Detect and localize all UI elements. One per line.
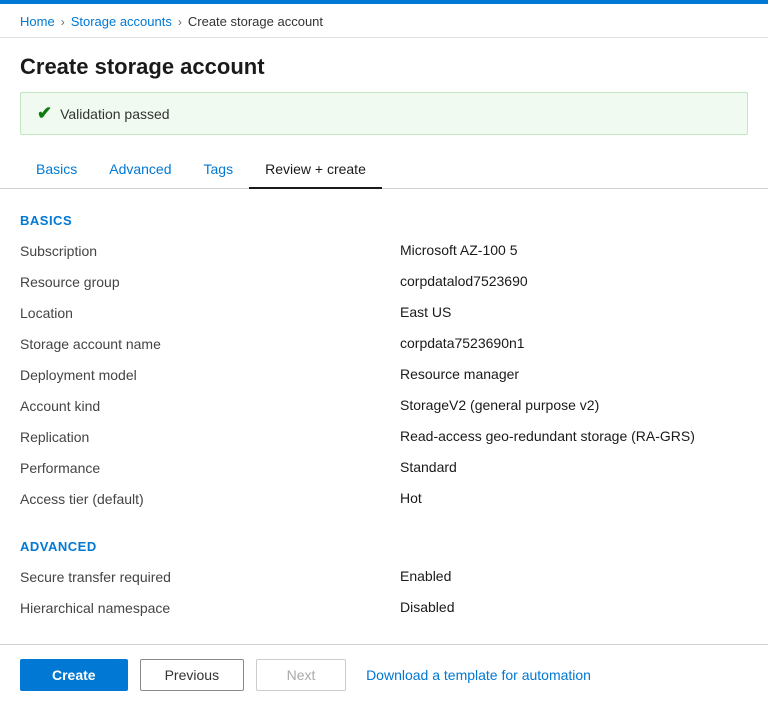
tab-review-create[interactable]: Review + create <box>249 151 382 189</box>
field-resource-group: Resource group corpdatalod7523690 <box>20 271 748 292</box>
label-resource-group: Resource group <box>20 273 400 290</box>
advanced-section-header: ADVANCED <box>20 539 748 554</box>
value-deployment-model: Resource manager <box>400 366 748 382</box>
template-download-link[interactable]: Download a template for automation <box>366 667 591 683</box>
field-location: Location East US <box>20 302 748 323</box>
value-location: East US <box>400 304 748 320</box>
label-hierarchical-namespace: Hierarchical namespace <box>20 599 400 616</box>
next-button: Next <box>256 659 346 691</box>
breadcrumb-storage-accounts[interactable]: Storage accounts <box>71 14 172 29</box>
breadcrumb-current: Create storage account <box>188 14 323 29</box>
value-hierarchical-namespace: Disabled <box>400 599 748 615</box>
breadcrumb-home[interactable]: Home <box>20 14 55 29</box>
tab-basics[interactable]: Basics <box>20 151 93 189</box>
field-account-kind: Account kind StorageV2 (general purpose … <box>20 395 748 416</box>
value-access-tier: Hot <box>400 490 748 506</box>
label-location: Location <box>20 304 400 321</box>
basics-section-header: BASICS <box>20 213 748 228</box>
label-replication: Replication <box>20 428 400 445</box>
check-icon: ✔ <box>37 103 52 124</box>
field-hierarchical-namespace: Hierarchical namespace Disabled <box>20 597 748 618</box>
tab-tags[interactable]: Tags <box>188 151 250 189</box>
footer-bar: Create Previous Next Download a template… <box>0 644 768 705</box>
create-button[interactable]: Create <box>20 659 128 691</box>
label-subscription: Subscription <box>20 242 400 259</box>
tab-advanced[interactable]: Advanced <box>93 151 187 189</box>
value-replication: Read-access geo-redundant storage (RA-GR… <box>400 428 748 444</box>
breadcrumb: Home › Storage accounts › Create storage… <box>0 4 768 38</box>
previous-button[interactable]: Previous <box>140 659 244 691</box>
field-replication: Replication Read-access geo-redundant st… <box>20 426 748 447</box>
field-subscription: Subscription Microsoft AZ-100 5 <box>20 240 748 261</box>
page-title: Create storage account <box>20 54 748 80</box>
value-subscription: Microsoft AZ-100 5 <box>400 242 748 258</box>
field-storage-account-name: Storage account name corpdata7523690n1 <box>20 333 748 354</box>
label-storage-account-name: Storage account name <box>20 335 400 352</box>
label-access-tier: Access tier (default) <box>20 490 400 507</box>
field-access-tier: Access tier (default) Hot <box>20 488 748 509</box>
page-header: Create storage account <box>0 38 768 92</box>
value-storage-account-name: corpdata7523690n1 <box>400 335 748 351</box>
value-performance: Standard <box>400 459 748 475</box>
field-secure-transfer: Secure transfer required Enabled <box>20 566 748 587</box>
value-secure-transfer: Enabled <box>400 568 748 584</box>
field-performance: Performance Standard <box>20 457 748 478</box>
validation-text: Validation passed <box>60 106 169 122</box>
label-account-kind: Account kind <box>20 397 400 414</box>
label-secure-transfer: Secure transfer required <box>20 568 400 585</box>
breadcrumb-sep-2: › <box>178 15 182 29</box>
label-deployment-model: Deployment model <box>20 366 400 383</box>
field-deployment-model: Deployment model Resource manager <box>20 364 748 385</box>
value-account-kind: StorageV2 (general purpose v2) <box>400 397 748 413</box>
content-area: BASICS Subscription Microsoft AZ-100 5 R… <box>0 189 768 708</box>
tabs-bar: Basics Advanced Tags Review + create <box>0 151 768 189</box>
label-performance: Performance <box>20 459 400 476</box>
breadcrumb-sep-1: › <box>61 15 65 29</box>
validation-banner: ✔ Validation passed <box>20 92 748 135</box>
value-resource-group: corpdatalod7523690 <box>400 273 748 289</box>
